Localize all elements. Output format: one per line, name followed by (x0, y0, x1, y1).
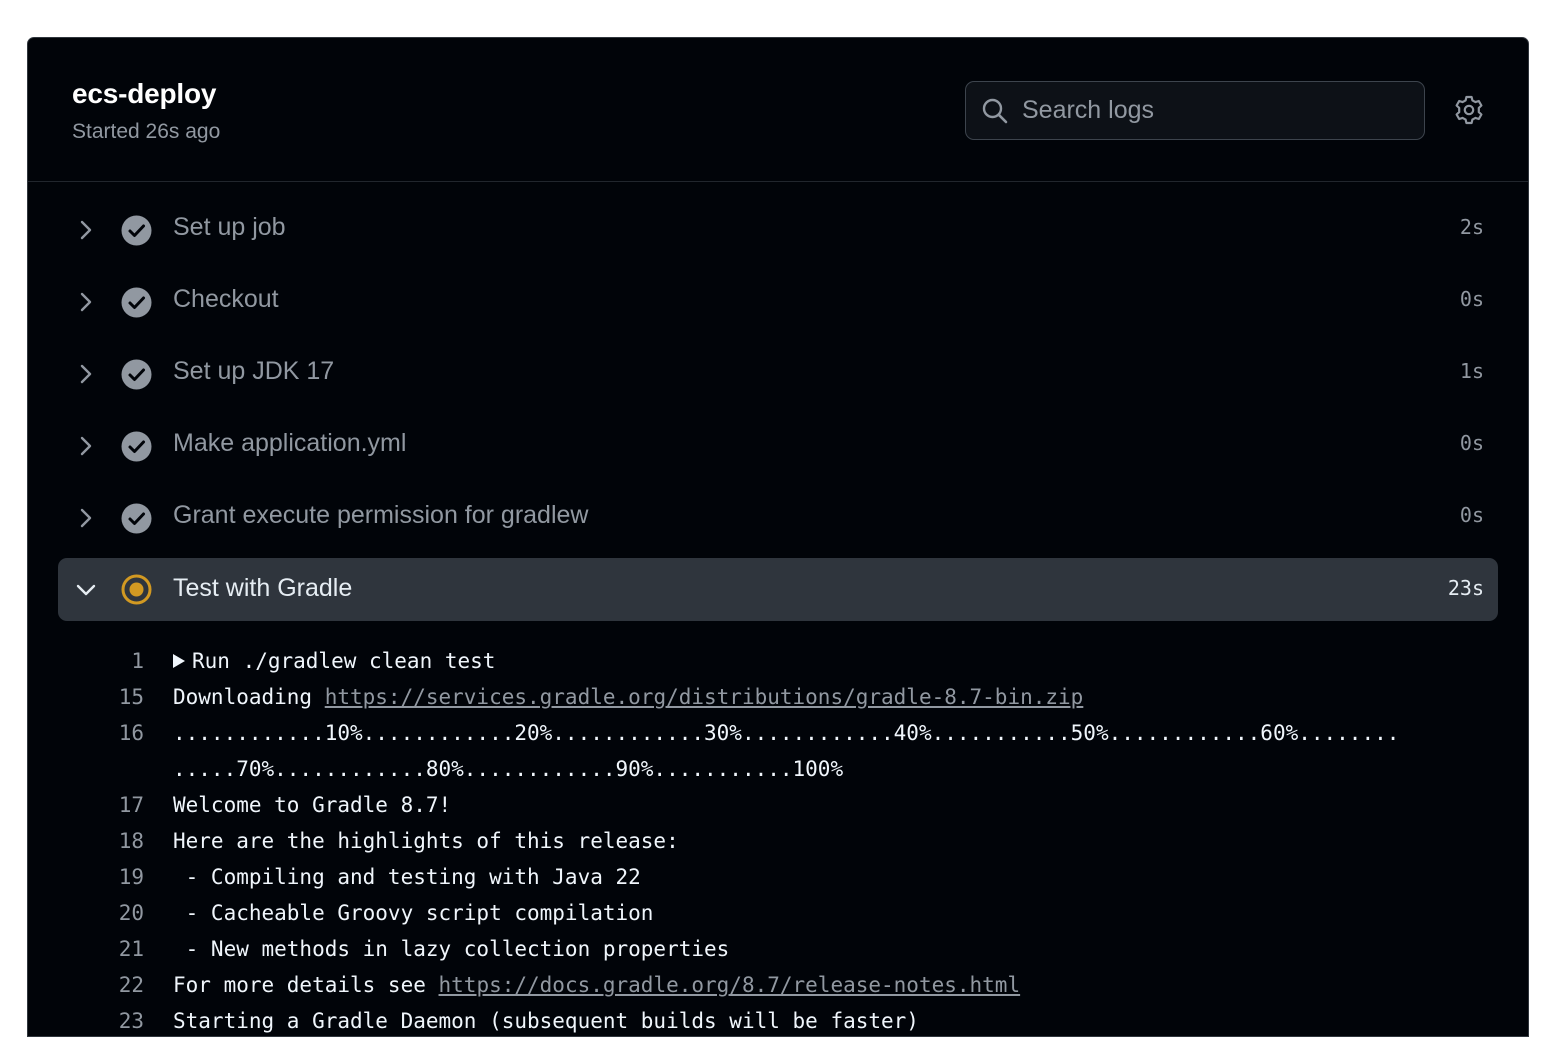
chevron-right-icon (80, 508, 92, 528)
log-link[interactable]: https://services.gradle.org/distribution… (325, 685, 1084, 709)
log-line: 23 Starting a Gradle Daemon (subsequent b… (28, 1003, 1528, 1036)
in-progress-icon (121, 574, 152, 605)
log-text-prefix: For more details see (173, 973, 439, 997)
log-text-content: - Compiling and testing with Java 22 (173, 865, 641, 889)
chevron-right-icon (80, 292, 92, 312)
log-text: For more details see https://docs.gradle… (173, 967, 1020, 1003)
log-text: Welcome to Gradle 8.7! (173, 787, 451, 823)
step-row[interactable]: Checkout 0s (28, 266, 1528, 338)
line-number[interactable]: 22 (88, 967, 144, 1003)
log-text-content: Starting a Gradle Daemon (subsequent bui… (173, 1009, 919, 1033)
log-text-content: - Cacheable Groovy script compilation (173, 901, 654, 925)
log-text: Here are the highlights of this release: (173, 823, 679, 859)
chevron-right-icon (80, 364, 92, 384)
log-line: 20 - Cacheable Groovy script compilation (28, 895, 1528, 931)
log-text-content: Run ./gradlew clean test (192, 649, 496, 673)
job-title: ecs-deploy (72, 78, 217, 109)
job-log-panel: ecs-deploy Started 26s ago Set up job 2s C… (27, 37, 1529, 1037)
step-duration: 0s (1459, 503, 1484, 527)
step-row[interactable]: Make application.yml 0s (28, 410, 1528, 482)
steps-list: Set up job 2s Checkout 0s Set up JDK 17 1s Mak… (28, 194, 1528, 621)
search-logs-input[interactable] (1022, 82, 1412, 139)
log-text-content: Welcome to Gradle 8.7! (173, 793, 452, 817)
log-line: 15 Downloading https://services.gradle.or… (28, 679, 1528, 715)
step-name: Grant execute permission for gradlew (173, 501, 589, 529)
step-duration: 0s (1459, 287, 1484, 311)
search-logs-box[interactable] (965, 81, 1425, 140)
log-link[interactable]: https://docs.gradle.org/8.7/release-note… (439, 973, 1021, 997)
check-circle-icon (121, 359, 152, 390)
line-number[interactable]: 21 (88, 931, 144, 967)
check-circle-icon (121, 287, 152, 318)
log-line: 22 For more details see https://docs.grad… (28, 967, 1528, 1003)
step-name: Set up JDK 17 (173, 357, 335, 385)
log-text: - Compiling and testing with Java 22 (173, 859, 641, 895)
step-duration: 1s (1459, 359, 1484, 383)
line-number[interactable]: 16 (88, 715, 144, 751)
log-line: 16 ............10%............20%........… (28, 715, 1528, 751)
check-circle-icon (121, 215, 152, 246)
log-line: 17 Welcome to Gradle 8.7! (28, 787, 1528, 823)
log-line: 21 - New methods in lazy collection prop… (28, 931, 1528, 967)
log-text: ............10%............20%..........… (173, 715, 1399, 751)
log-text: Run ./gradlew clean test (173, 643, 495, 679)
step-row[interactable]: Test with Gradle 23s (58, 558, 1498, 621)
log-line: 19 - Compiling and testing with Java 22 (28, 859, 1528, 895)
step-name: Set up job (173, 213, 286, 241)
log-text-content: ............10%............20%..........… (173, 721, 1400, 745)
log-text: .....70%............80%............90%..… (173, 751, 843, 787)
line-number[interactable]: 17 (88, 787, 144, 823)
log-text-content: .....70%............80%............90%..… (173, 757, 844, 781)
job-header: ecs-deploy Started 26s ago (28, 38, 1528, 182)
check-circle-icon (121, 431, 152, 462)
log-text: Downloading https://services.gradle.org/… (173, 679, 1083, 715)
chevron-right-icon (80, 220, 92, 240)
line-number[interactable]: 19 (88, 859, 144, 895)
line-number[interactable]: 20 (88, 895, 144, 931)
log-text-content: Here are the highlights of this release: (173, 829, 679, 853)
step-duration: 23s (1447, 576, 1484, 600)
log-line: 18 Here are the highlights of this releas… (28, 823, 1528, 859)
log-text-content: - New methods in lazy collection propert… (173, 937, 730, 961)
chevron-right-icon (80, 436, 92, 456)
step-name: Test with Gradle (173, 574, 353, 602)
log-text: - Cacheable Groovy script compilation (173, 895, 654, 931)
step-name: Checkout (173, 285, 279, 313)
step-name: Make application.yml (173, 429, 407, 457)
job-started-time: Started 26s ago (72, 120, 221, 143)
step-duration: 0s (1459, 431, 1484, 455)
line-number[interactable]: 23 (88, 1003, 144, 1036)
gear-icon[interactable] (1452, 93, 1486, 127)
line-number[interactable]: 1 (88, 643, 144, 679)
step-row[interactable]: Grant execute permission for gradlew 0s (28, 482, 1528, 554)
line-number[interactable]: 15 (88, 679, 144, 715)
step-row[interactable]: Set up job 2s (28, 194, 1528, 266)
step-row[interactable]: Set up JDK 17 1s (28, 338, 1528, 410)
log-text-prefix: Downloading (173, 685, 325, 709)
log-text: Starting a Gradle Daemon (subsequent bui… (173, 1003, 919, 1036)
search-icon (982, 98, 1008, 124)
log-group-toggle[interactable]: 1 Run ./gradlew clean test (28, 643, 1528, 679)
chevron-down-icon (76, 584, 96, 596)
log-line: .....70%............80%............90%..… (28, 751, 1528, 787)
log-text: - New methods in lazy collection propert… (173, 931, 730, 967)
step-log-output: 1 Run ./gradlew clean test 15 Downloading h… (28, 643, 1528, 1036)
line-number[interactable]: 18 (88, 823, 144, 859)
caret-right-icon[interactable] (173, 654, 185, 668)
check-circle-icon (121, 503, 152, 534)
step-duration: 2s (1459, 215, 1484, 239)
